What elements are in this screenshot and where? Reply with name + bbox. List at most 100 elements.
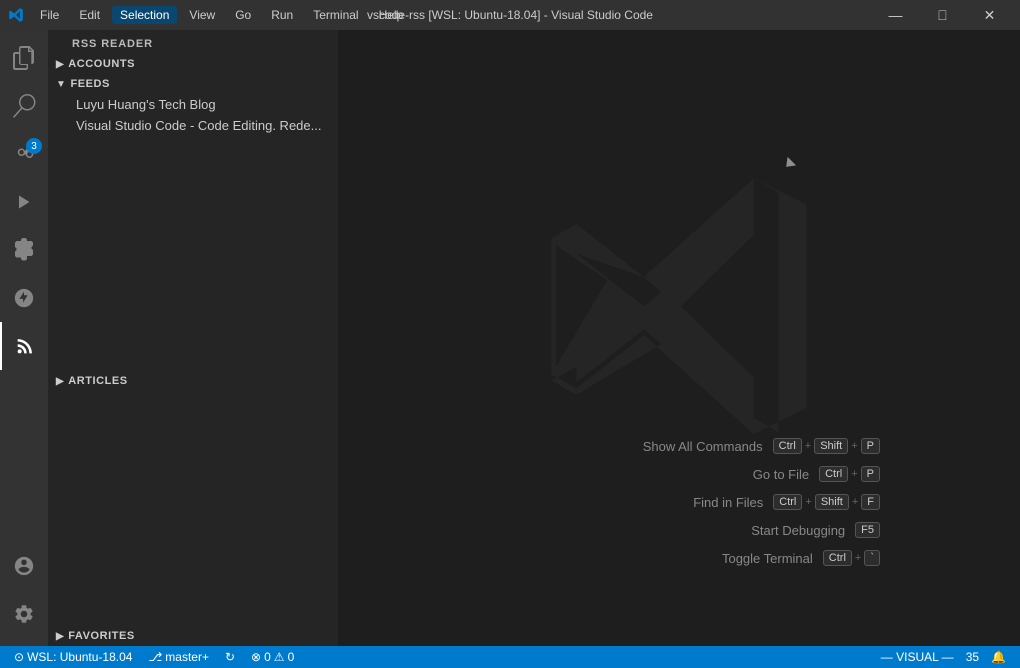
menu-selection[interactable]: Selection: [112, 6, 177, 24]
source-control-activity-icon[interactable]: 3: [0, 130, 48, 178]
menu-edit[interactable]: Edit: [71, 6, 108, 24]
sidebar: RSS READER ▶ ACCOUNTS ▼ FEEDS Luyu Huang…: [48, 30, 338, 646]
plus-icon-5: +: [852, 496, 858, 508]
vscode-logo-icon: [8, 7, 24, 23]
shortcut-label-1: Show All Commands: [633, 439, 763, 454]
vim-mode-item[interactable]: — VISUAL —: [875, 646, 960, 668]
search-activity-icon[interactable]: [0, 82, 48, 130]
statusbar-right: — VISUAL — 35 🔔: [875, 646, 1012, 668]
line-col-item[interactable]: 35: [960, 646, 985, 668]
notification-item[interactable]: 🔔: [985, 646, 1012, 668]
plus-icon-4: +: [805, 496, 811, 508]
shortcut-label-3: Find in Files: [633, 495, 763, 510]
wsl-status-item[interactable]: ⊙ WSL: Ubuntu-18.04: [8, 646, 138, 668]
shortcut-row-5: Toggle Terminal Ctrl + `: [633, 550, 880, 566]
feed-item-2[interactable]: Visual Studio Code - Code Editing. Rede.…: [48, 115, 338, 136]
plus-icon-3: +: [851, 468, 857, 480]
window-title: vscode-rss [WSL: Ubuntu-18.04] - Visual …: [367, 8, 653, 22]
menu-view[interactable]: View: [181, 6, 223, 24]
articles-chevron-icon: ▶: [56, 376, 64, 387]
key-p-2: P: [861, 466, 880, 482]
plus-icon-2: +: [851, 440, 857, 452]
shortcut-row-4: Start Debugging F5: [633, 522, 880, 538]
articles-section-header[interactable]: ▶ ARTICLES: [48, 371, 338, 391]
favorites-section-header[interactable]: ▶ FAVORITES: [48, 626, 338, 646]
favorites-label: FAVORITES: [68, 630, 134, 642]
source-control-badge: 3: [26, 138, 42, 154]
accounts-section-header[interactable]: ▶ ACCOUNTS: [48, 54, 338, 74]
key-f: F: [861, 494, 880, 510]
plus-icon: +: [805, 440, 811, 452]
remote-icon: ⊙: [14, 650, 24, 664]
key-backtick: `: [864, 550, 880, 566]
titlebar-left: File Edit Selection View Go Run Terminal…: [8, 6, 411, 24]
key-shift-2: Shift: [815, 494, 849, 510]
shortcut-keys-3: Ctrl + Shift + F: [773, 494, 880, 510]
shortcut-label-4: Start Debugging: [715, 523, 845, 538]
feeds-label: FEEDS: [70, 78, 109, 90]
branch-name: master+: [165, 650, 209, 664]
editor-area: Show All Commands Ctrl + Shift + P Go to…: [338, 30, 1020, 646]
feed-item-1[interactable]: Luyu Huang's Tech Blog: [48, 94, 338, 115]
shortcut-keys-4: F5: [855, 522, 880, 538]
articles-label: ARTICLES: [68, 375, 127, 387]
menu-file[interactable]: File: [32, 6, 67, 24]
close-button[interactable]: ✕: [967, 0, 1012, 30]
accounts-activity-icon[interactable]: [0, 542, 48, 590]
git-branch-item[interactable]: ⎇ master+: [142, 646, 215, 668]
bell-icon: 🔔: [991, 650, 1006, 664]
shortcut-label-2: Go to File: [679, 467, 809, 482]
key-ctrl: Ctrl: [773, 438, 802, 454]
sync-icon: ↻: [225, 650, 235, 664]
menu-terminal[interactable]: Terminal: [305, 6, 366, 24]
line-number: 35: [966, 650, 979, 664]
vim-mode-label: — VISUAL —: [881, 650, 954, 664]
key-f5: F5: [855, 522, 880, 538]
minimize-button[interactable]: —: [873, 0, 918, 30]
errors-item[interactable]: ⊗ 0 ⚠ 0: [245, 646, 300, 668]
shortcut-row-2: Go to File Ctrl + P: [633, 466, 880, 482]
shortcut-label-5: Toggle Terminal: [683, 551, 813, 566]
key-ctrl-2: Ctrl: [819, 466, 848, 482]
explorer-activity-icon[interactable]: [0, 34, 48, 82]
rss-activity-icon[interactable]: [0, 322, 48, 370]
key-p: P: [861, 438, 880, 454]
titlebar: File Edit Selection View Go Run Terminal…: [0, 0, 1020, 30]
run-activity-icon[interactable]: [0, 178, 48, 226]
wsl-label: WSL: Ubuntu-18.04: [27, 650, 132, 664]
feeds-section-header[interactable]: ▼ FEEDS: [48, 74, 338, 94]
shortcut-row-1: Show All Commands Ctrl + Shift + P: [633, 438, 880, 454]
accounts-chevron-icon: ▶: [56, 59, 64, 70]
shortcuts-panel: Show All Commands Ctrl + Shift + P Go to…: [633, 438, 880, 566]
extensions-activity-icon[interactable]: [0, 226, 48, 274]
settings-activity-icon[interactable]: [0, 590, 48, 638]
sidebar-spacer: [48, 136, 338, 371]
error-icon: ⊗: [251, 650, 261, 664]
vscode-watermark: [529, 156, 829, 459]
shortcut-keys-1: Ctrl + Shift + P: [773, 438, 880, 454]
key-ctrl-4: Ctrl: [823, 550, 852, 566]
activity-bar: 3: [0, 30, 48, 646]
shortcut-keys-2: Ctrl + P: [819, 466, 880, 482]
maximize-button[interactable]: ⎕: [920, 0, 965, 30]
feeds-chevron-icon: ▼: [56, 79, 66, 90]
main-layout: 3 RSS READER ▶ ACCOUNTS: [0, 30, 1020, 646]
sidebar-title: RSS READER: [48, 30, 338, 54]
menu-run[interactable]: Run: [263, 6, 301, 24]
branch-icon: ⎇: [148, 650, 162, 664]
remote-activity-icon[interactable]: [0, 274, 48, 322]
shortcut-keys-5: Ctrl + `: [823, 550, 880, 566]
activity-bar-bottom: [0, 542, 48, 646]
plus-icon-6: +: [855, 552, 861, 564]
accounts-label: ACCOUNTS: [68, 58, 135, 70]
error-count: 0: [264, 650, 271, 664]
shortcut-row-3: Find in Files Ctrl + Shift + F: [633, 494, 880, 510]
sync-item[interactable]: ↻: [219, 646, 241, 668]
warning-icon: ⚠: [274, 650, 285, 664]
favorites-chevron-icon: ▶: [56, 631, 64, 642]
menu-go[interactable]: Go: [227, 6, 259, 24]
key-ctrl-3: Ctrl: [773, 494, 802, 510]
warning-count: 0: [288, 650, 295, 664]
statusbar: ⊙ WSL: Ubuntu-18.04 ⎇ master+ ↻ ⊗ 0 ⚠ 0 …: [0, 646, 1020, 668]
window-controls: — ⎕ ✕: [873, 0, 1012, 30]
